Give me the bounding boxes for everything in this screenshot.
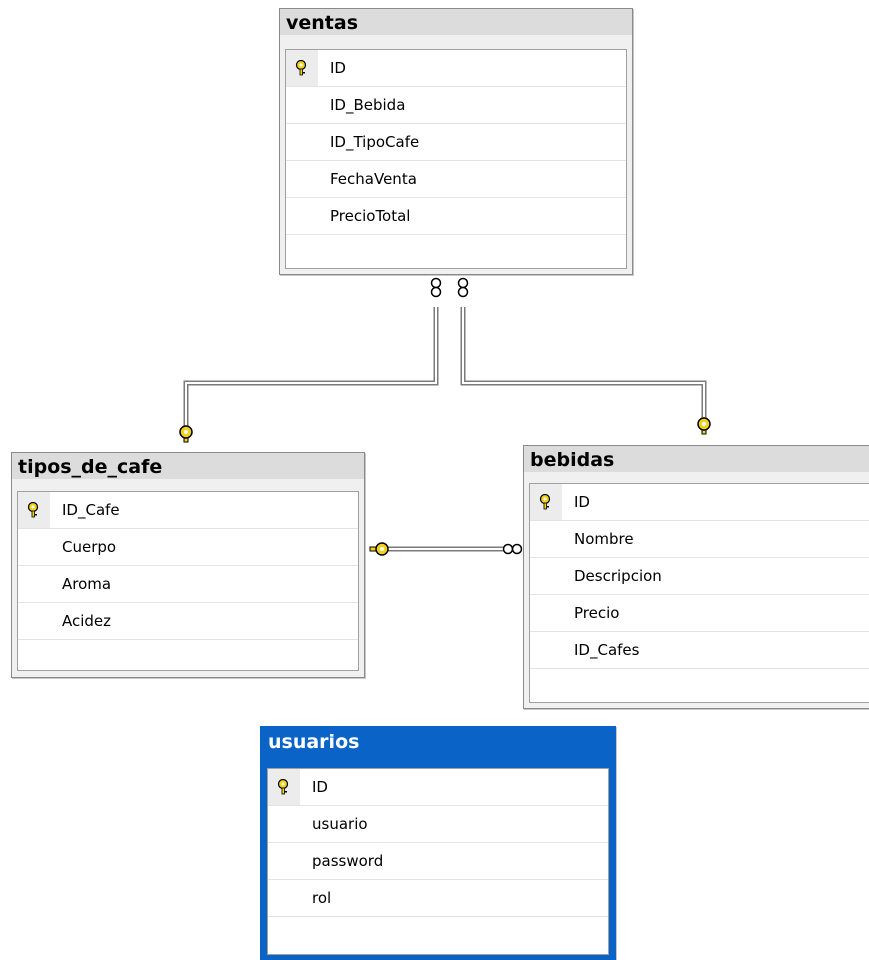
key-end-icon [697,417,711,435]
column-row[interactable]: usuario [268,806,608,843]
column-name: Aroma [62,575,112,593]
relationship-ventas-tipos-de-cafe[interactable] [183,307,439,428]
column-row[interactable]: Nombre [530,521,869,558]
column-row[interactable]: Descripcion [530,558,869,595]
column-row[interactable]: password [268,843,608,880]
key-end-icon [369,542,389,556]
column-name: ID [574,493,590,511]
column-name: Nombre [574,530,634,548]
table-title[interactable]: tipos_de_cafe [12,453,364,479]
column-row[interactable]: ID [268,769,608,806]
relationship-ventas-bebidas[interactable] [460,307,707,418]
column-name: usuario [312,815,368,833]
primary-key-icon [295,60,307,76]
table-title[interactable]: ventas [280,9,632,35]
column-row[interactable]: ID [530,484,869,521]
column-row[interactable]: ID_Cafes [530,632,869,669]
column-row[interactable]: ID_Cafe [18,492,358,529]
many-end-icon [430,277,442,298]
primary-key-icon [277,779,289,795]
column-grid: ID Nombre Descripcion Precio ID_Cafes [529,483,869,703]
column-name: FechaVenta [330,170,417,188]
column-row[interactable]: Cuerpo [18,529,358,566]
column-name: password [312,852,384,870]
table-bebidas[interactable]: bebidas ID Nombre Descripcion Precio ID_… [523,445,869,709]
column-grid: ID_Cafe Cuerpo Aroma Acidez [17,491,359,671]
column-row[interactable]: FechaVenta [286,161,626,198]
column-name: PrecioTotal [330,207,411,225]
column-row[interactable]: Aroma [18,566,358,603]
many-end-icon [457,277,469,298]
column-name: Cuerpo [62,538,117,556]
table-ventas[interactable]: ventas ID ID_Bebida ID_TipoCafe FechaVen… [279,8,633,275]
column-grid: ID ID_Bebida ID_TipoCafe FechaVenta Prec… [285,49,627,269]
key-end-icon [179,425,193,443]
table-tipos-de-cafe[interactable]: tipos_de_cafe ID_Cafe Cuerpo Aroma Acide… [11,452,365,678]
column-row[interactable]: ID_Bebida [286,87,626,124]
primary-key-icon [539,494,551,510]
column-row[interactable]: Acidez [18,603,358,640]
column-name: Precio [574,604,620,622]
column-name: ID [312,778,328,796]
column-name: ID [330,59,346,77]
column-row[interactable]: Precio [530,595,869,632]
column-grid: ID usuario password rol [267,768,609,955]
column-name: Descripcion [574,567,662,585]
table-usuarios[interactable]: usuarios ID usuario password rol [260,726,616,960]
table-title[interactable]: bebidas [524,446,869,472]
primary-key-icon [27,502,39,518]
column-name: rol [312,889,332,907]
many-end-icon [502,543,523,555]
column-row[interactable]: ID [286,50,626,87]
column-name: ID_Cafe [62,501,120,519]
column-name: ID_TipoCafe [330,133,420,151]
column-name: ID_Cafes [574,641,640,659]
table-title[interactable]: usuarios [262,728,614,754]
column-row[interactable]: rol [268,880,608,917]
column-name: Acidez [62,612,112,630]
column-name: ID_Bebida [330,96,406,114]
column-row[interactable]: PrecioTotal [286,198,626,235]
column-row[interactable]: ID_TipoCafe [286,124,626,161]
